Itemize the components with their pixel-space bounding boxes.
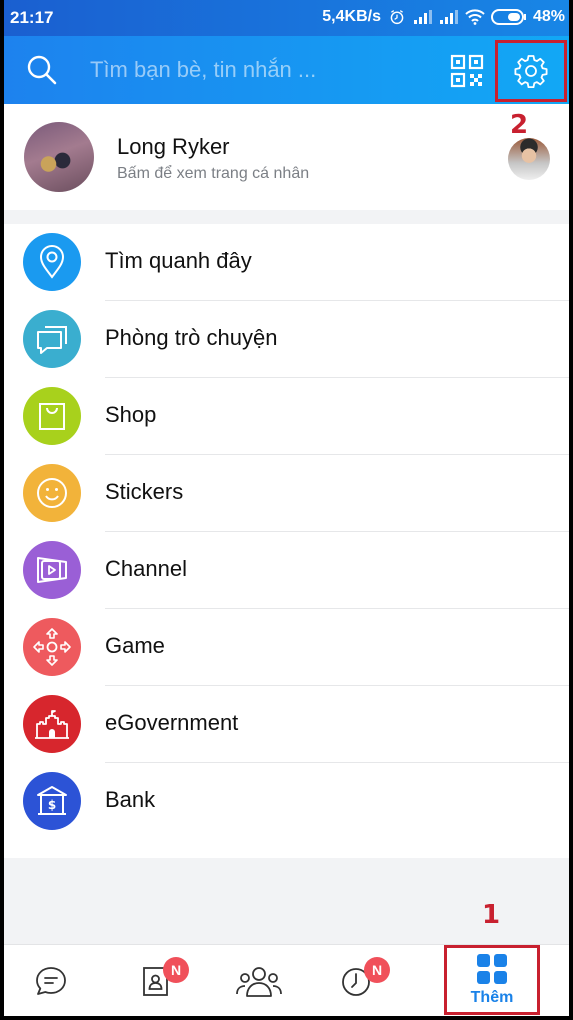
smiley-icon	[37, 478, 67, 508]
icon-bg	[23, 233, 81, 291]
icon-bg	[23, 695, 81, 753]
chat-bubble-icon	[36, 967, 66, 995]
notification-badge: N	[364, 957, 390, 983]
status-time: 21:17	[10, 8, 54, 27]
signal-icon	[439, 10, 458, 24]
location-pin-icon	[39, 245, 65, 279]
icon-bg: $	[23, 772, 81, 830]
switch-account-avatar[interactable]	[508, 138, 550, 180]
icon-bg	[23, 464, 81, 522]
menu-item-label: Stickers	[105, 479, 184, 504]
annotation-step-1: 1	[482, 900, 501, 930]
tab-messages[interactable]	[4, 945, 106, 1016]
profile-avatar[interactable]	[24, 122, 94, 192]
alarm-icon	[390, 10, 404, 25]
castle-icon	[35, 710, 69, 739]
icon-bg	[23, 387, 81, 445]
bank-icon: $	[37, 786, 67, 815]
video-channel-icon	[37, 557, 67, 583]
signal-icon	[413, 10, 432, 24]
chat-rooms-icon	[37, 326, 67, 354]
menu-item-channel[interactable]: Channel	[4, 532, 569, 609]
menu-item-stickers[interactable]: Stickers	[4, 455, 569, 532]
menu-item-label: Tìm quanh đây	[105, 248, 252, 273]
battery-icon	[490, 9, 526, 25]
search-input[interactable]	[90, 52, 390, 88]
profile-name: Long Ryker	[117, 134, 230, 159]
shopping-bag-icon	[39, 403, 65, 430]
tab-timeline[interactable]: N	[301, 945, 411, 1016]
menu-item-bank[interactable]: $ Bank	[4, 763, 569, 840]
notification-badge: N	[163, 957, 189, 983]
status-icons: 5,4KB/s 48%	[322, 8, 565, 26]
menu-item-nearby[interactable]: Tìm quanh đây	[4, 224, 569, 301]
menu-item-label: Channel	[105, 556, 187, 581]
tab-contacts[interactable]: N	[101, 945, 211, 1016]
bottom-navigation: N N Thêm	[4, 944, 569, 1016]
tab-more[interactable]: Thêm	[444, 945, 540, 1015]
network-speed: 5,4KB/s	[322, 8, 381, 25]
profile-card[interactable]: Long Ryker Bấm để xem trang cá nhân 2	[4, 104, 569, 210]
group-icon	[236, 967, 282, 997]
battery-percent: 48%	[532, 8, 565, 25]
menu-item-label: Bank	[105, 787, 156, 812]
menu-item-label: Phòng trò chuyện	[105, 325, 278, 350]
menu-item-label: Game	[105, 633, 165, 658]
menu-item-shop[interactable]: Shop	[4, 378, 569, 455]
menu-item-chat-rooms[interactable]: Phòng trò chuyện	[4, 301, 569, 378]
svg-text:$: $	[48, 798, 56, 812]
profile-subtitle: Bấm để xem trang cá nhân	[117, 165, 310, 182]
qr-code-icon[interactable]	[450, 54, 484, 88]
grid-icon	[477, 954, 507, 984]
menu-item-egovernment[interactable]: eGovernment	[4, 686, 569, 763]
top-header	[4, 36, 569, 104]
icon-bg	[23, 541, 81, 599]
menu-item-label: Shop	[105, 402, 157, 427]
tab-more-label: Thêm	[470, 989, 514, 1006]
menu-item-game[interactable]: Game	[4, 609, 569, 686]
feature-menu: Tìm quanh đây Phòng trò chuyện Shop Stic…	[4, 224, 569, 858]
annotation-step-2: 2	[510, 110, 529, 140]
settings-button[interactable]	[495, 40, 567, 102]
tab-groups[interactable]	[204, 945, 314, 1016]
icon-bg	[23, 310, 81, 368]
search-icon[interactable]	[26, 54, 58, 86]
wifi-icon	[465, 9, 485, 25]
icon-bg	[23, 618, 81, 676]
gear-icon	[514, 55, 548, 88]
status-bar: 21:17 5,4KB/s 48%	[4, 0, 569, 36]
menu-item-label: eGovernment	[105, 710, 239, 735]
app-screen: 21:17 5,4KB/s 48% Long R	[4, 0, 569, 1016]
gamepad-icon	[33, 628, 71, 666]
